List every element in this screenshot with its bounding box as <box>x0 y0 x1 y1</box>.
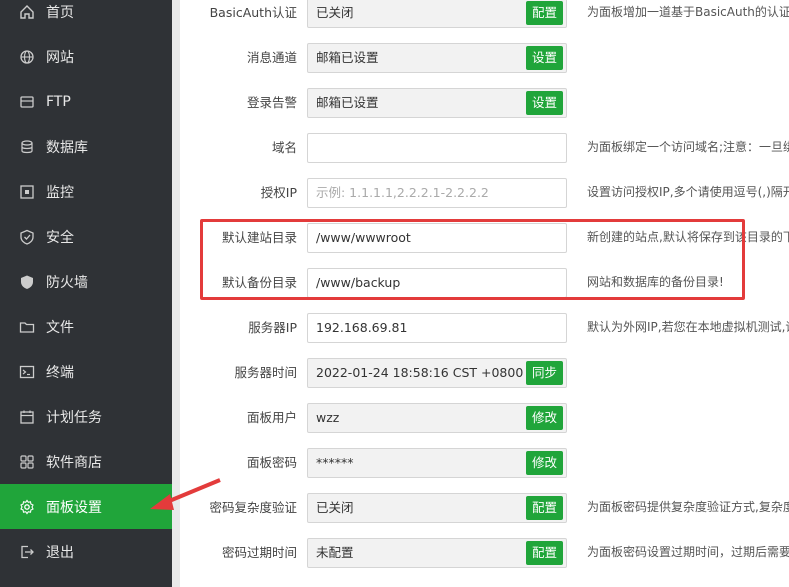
setting-action-button[interactable]: 修改 <box>525 406 563 430</box>
input-value: ****** <box>316 455 354 470</box>
settings-row: 服务器IP 192.168.69.81 默认为外网IP,若您在本地虚拟机测试,请 <box>180 305 789 350</box>
input-value: 未配置 <box>316 545 354 560</box>
settings-row: BasicAuth认证 已关闭 配置 为面板增加一道基于BasicAuth的认证服务 <box>180 0 789 35</box>
folder-icon <box>19 319 35 335</box>
setting-action-button[interactable]: 同步 <box>525 361 563 385</box>
ftp-icon <box>19 94 35 110</box>
setting-hint: 为面板绑定一个访问域名;注意：一旦绑定域名 <box>587 140 789 154</box>
highlight-annotation-box <box>200 219 745 300</box>
setting-input[interactable]: 邮箱已设置 设置 <box>307 88 567 118</box>
input-value: wzz <box>316 410 340 425</box>
sidebar-item-label: 监控 <box>46 184 74 201</box>
sidebar-item-7[interactable]: 文件 <box>0 304 172 349</box>
setting-hint: 为面板密码设置过期时间，过期后需要重新设置 <box>587 545 789 559</box>
monitor-icon <box>19 184 35 200</box>
sidebar-item-4[interactable]: 监控 <box>0 169 172 214</box>
sidebar-item-2[interactable]: FTP <box>0 79 172 124</box>
sidebar-item-11[interactable]: 面板设置 <box>0 484 172 529</box>
setting-input[interactable]: 示例: 1.1.1.1,2.2.2.1-2.2.2.2 <box>307 178 567 208</box>
setting-label: 登录告警 <box>246 95 297 110</box>
setting-label: 面板用户 <box>246 410 297 425</box>
setting-label: 域名 <box>271 140 297 155</box>
setting-hint: 设置访问授权IP,多个请使用逗号(,)隔开 <box>587 185 789 199</box>
sidebar-item-label: 计划任务 <box>46 409 102 426</box>
globe-icon <box>19 49 35 65</box>
setting-action-button[interactable]: 配置 <box>525 1 563 25</box>
setting-label: BasicAuth认证 <box>209 5 297 20</box>
setting-hint: 默认为外网IP,若您在本地虚拟机测试,请 <box>587 320 789 334</box>
settings-row: 服务器时间 2022-01-24 18:58:16 CST +0800 同步 <box>180 350 789 395</box>
database-icon <box>19 139 35 155</box>
input-value: 邮箱已设置 <box>316 95 379 110</box>
sidebar-item-10[interactable]: 软件商店 <box>0 439 172 484</box>
setting-input[interactable]: 已关闭 配置 <box>307 493 567 523</box>
settings-row: 授权IP 示例: 1.1.1.1,2.2.2.1-2.2.2.2 设置访问授权IP,… <box>180 170 789 215</box>
sidebar-item-label: 软件商店 <box>46 454 102 471</box>
sidebar-item-label: 安全 <box>46 229 74 246</box>
sidebar-item-label: 面板设置 <box>46 499 102 516</box>
settings-row: 面板密码 ****** 修改 <box>180 440 789 485</box>
sidebar-item-label: 终端 <box>46 364 74 381</box>
sidebar: 首页网站 FTP 数据库监控安全防火墙文件终端计划任务软件商店面板设置退出 <box>0 0 172 587</box>
settings-row: 密码过期时间 未配置 配置 为面板密码设置过期时间，过期后需要重新设置 <box>180 530 789 575</box>
firewall-icon <box>19 274 35 290</box>
setting-input[interactable]: 未配置 配置 <box>307 538 567 568</box>
settings-row: 域名 为面板绑定一个访问域名;注意：一旦绑定域名 <box>180 125 789 170</box>
arrow-annotation-icon <box>150 478 221 510</box>
setting-label: 消息通道 <box>246 50 297 65</box>
setting-input[interactable]: 邮箱已设置 设置 <box>307 43 567 73</box>
sidebar-item-0[interactable]: 首页 <box>0 0 172 34</box>
settings-row: 密码复杂度验证 已关闭 配置 为面板密码提供复杂度验证方式,复杂度 <box>180 485 789 530</box>
setting-label: 授权IP <box>260 185 297 200</box>
setting-input[interactable]: ****** 修改 <box>307 448 567 478</box>
input-value: 2022-01-24 18:58:16 CST +0800 <box>316 365 524 380</box>
setting-label: 服务器IP <box>248 320 297 335</box>
sidebar-item-6[interactable]: 防火墙 <box>0 259 172 304</box>
sidebar-item-1[interactable]: 网站 <box>0 34 172 79</box>
gear-icon <box>19 499 35 515</box>
calendar-icon <box>19 409 35 425</box>
settings-row: 登录告警 邮箱已设置 设置 <box>180 80 789 125</box>
sidebar-item-8[interactable]: 终端 <box>0 349 172 394</box>
sidebar-item-label: 防火墙 <box>46 274 88 291</box>
sidebar-item-label: 退出 <box>46 544 74 561</box>
shield-icon <box>19 229 35 245</box>
setting-input[interactable] <box>307 133 567 163</box>
apps-icon <box>19 454 35 470</box>
sidebar-item-9[interactable]: 计划任务 <box>0 394 172 439</box>
sidebar-item-label: 文件 <box>46 319 74 336</box>
setting-action-button[interactable]: 设置 <box>525 46 563 70</box>
logout-icon <box>19 544 35 560</box>
setting-input[interactable]: wzz 修改 <box>307 403 567 433</box>
home-icon <box>19 4 35 20</box>
input-placeholder: 示例: 1.1.1.1,2.2.2.1-2.2.2.2 <box>316 185 489 200</box>
setting-action-button[interactable]: 配置 <box>525 541 563 565</box>
settings-row: 面板用户 wzz 修改 <box>180 395 789 440</box>
sidebar-item-label: 首页 <box>46 4 74 21</box>
setting-action-button[interactable]: 设置 <box>525 91 563 115</box>
setting-hint: 为面板密码提供复杂度验证方式,复杂度 <box>587 500 789 514</box>
setting-hint: 为面板增加一道基于BasicAuth的认证服务 <box>587 5 789 19</box>
input-value: 192.168.69.81 <box>316 320 408 335</box>
setting-label: 服务器时间 <box>234 365 297 380</box>
sidebar-item-label: 数据库 <box>46 139 88 156</box>
input-value: 已关闭 <box>316 5 354 20</box>
setting-action-button[interactable]: 配置 <box>525 496 563 520</box>
setting-input[interactable]: 已关闭 配置 <box>307 0 567 28</box>
setting-input[interactable]: 192.168.69.81 <box>307 313 567 343</box>
input-value: 已关闭 <box>316 500 354 515</box>
terminal-icon <box>19 364 35 380</box>
settings-row: 消息通道 邮箱已设置 设置 <box>180 35 789 80</box>
setting-label: 密码过期时间 <box>221 545 297 560</box>
input-value: 邮箱已设置 <box>316 50 379 65</box>
sidebar-item-label: 网站 <box>46 49 74 66</box>
setting-input[interactable]: 2022-01-24 18:58:16 CST +0800 同步 <box>307 358 567 388</box>
sidebar-item-5[interactable]: 安全 <box>0 214 172 259</box>
setting-action-button[interactable]: 修改 <box>525 451 563 475</box>
sidebar-item-label: FTP <box>46 93 71 110</box>
setting-label: 面板密码 <box>246 455 297 470</box>
sidebar-item-12[interactable]: 退出 <box>0 529 172 574</box>
sidebar-item-3[interactable]: 数据库 <box>0 124 172 169</box>
